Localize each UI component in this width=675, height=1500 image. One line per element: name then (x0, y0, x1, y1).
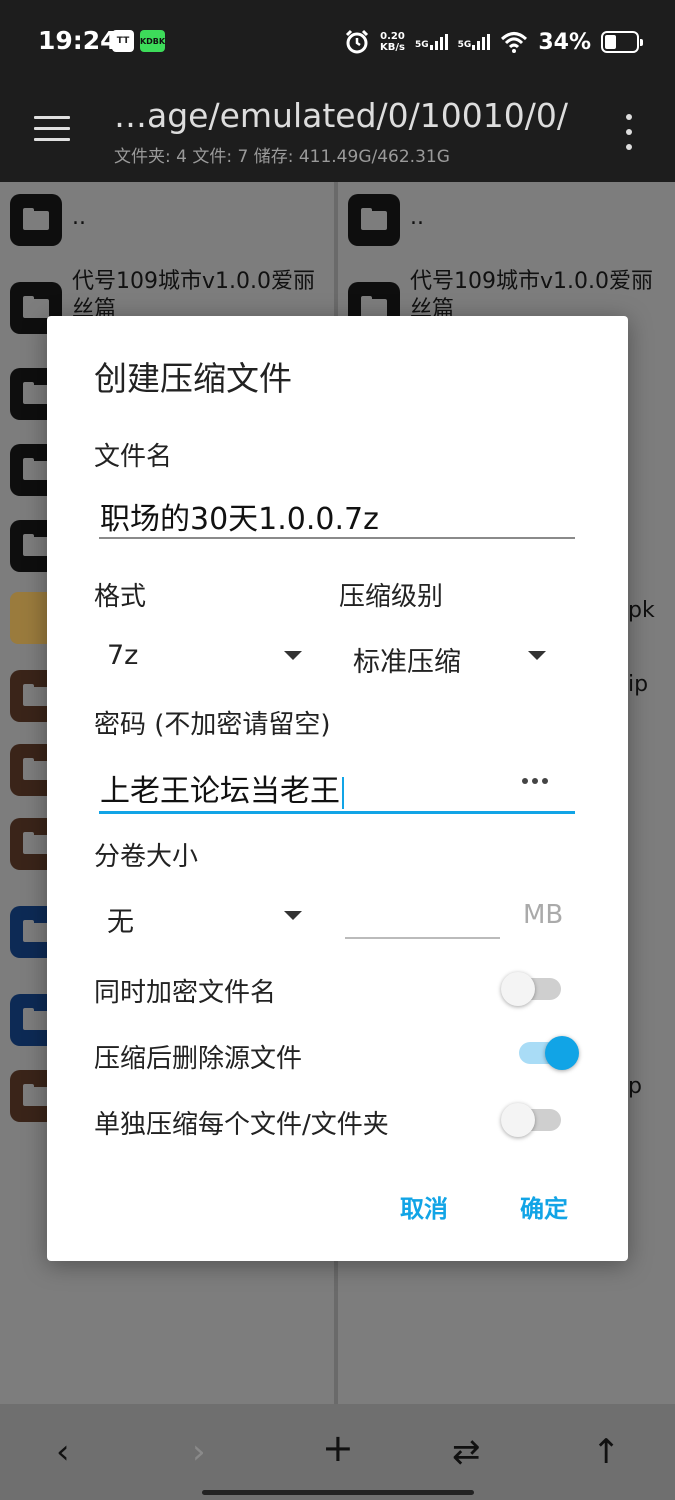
password-label: 密码 (不加密请留空) (94, 710, 331, 740)
volume-size-label: 分卷大小 (94, 842, 199, 872)
folder-icon (10, 194, 62, 246)
compression-level-dropdown[interactable]: 标准压缩 (353, 640, 461, 679)
wifi-icon (501, 32, 528, 53)
dialog-title: 创建压缩文件 (94, 359, 292, 398)
storage-info: 文件夹: 4 文件: 7 储存: 411.49G/462.31G (114, 147, 450, 167)
filename-label: 文件名 (94, 442, 173, 472)
status-bar: 19:24 TT KDBK 0.20 KB/s 5G 5G 34% (0, 0, 675, 84)
add-icon[interactable]: + (322, 1426, 354, 1470)
menu-icon[interactable] (34, 116, 70, 142)
format-dropdown-arrow-icon[interactable] (284, 651, 302, 660)
more-options-icon[interactable] (624, 114, 634, 150)
file-name-fragment: pk (628, 598, 655, 623)
compress-separately-label: 单独压缩每个文件/文件夹 (94, 1110, 389, 1140)
status-time: 19:24 (38, 26, 118, 55)
forward-icon[interactable]: › (192, 1432, 206, 1472)
compression-level-label: 压缩级别 (339, 582, 444, 612)
delete-source-toggle[interactable] (515, 1036, 579, 1070)
battery-icon (601, 31, 643, 53)
confirm-button[interactable]: 确定 (520, 1189, 568, 1224)
format-label: 格式 (94, 582, 147, 612)
file-name-fragment: ip (628, 672, 649, 697)
delete-source-label: 压缩后删除源文件 (94, 1044, 303, 1074)
encrypt-filenames-toggle[interactable] (501, 972, 563, 1006)
current-path[interactable]: …age/emulated/0/10010/0/ (114, 96, 568, 135)
password-underline (99, 811, 575, 814)
level-dropdown-arrow-icon[interactable] (528, 651, 546, 660)
app-toolbar: …age/emulated/0/10010/0/ 文件夹: 4 文件: 7 储存… (0, 84, 675, 182)
volume-dropdown-arrow-icon[interactable] (284, 911, 302, 920)
encrypt-filenames-label: 同时加密文件名 (94, 978, 277, 1008)
back-icon[interactable]: ‹ (56, 1432, 70, 1472)
folder-icon (348, 194, 400, 246)
show-password-icon[interactable] (522, 778, 548, 784)
cancel-button[interactable]: 取消 (400, 1189, 448, 1224)
home-indicator[interactable] (202, 1490, 474, 1495)
signal-icon: 5G (458, 34, 491, 50)
network-speed: 0.20 KB/s (380, 31, 406, 53)
battery-percent: 34% (538, 29, 591, 55)
filename-underline (99, 537, 575, 539)
volume-size-dropdown[interactable]: 无 (107, 900, 134, 939)
swap-panes-icon[interactable]: ⇄ (452, 1432, 481, 1472)
filename-input[interactable]: 职场的30天1.0.0.7z (100, 494, 379, 538)
password-input[interactable]: 上老王论坛当老王 (100, 766, 344, 810)
up-directory-icon[interactable]: ↑ (592, 1432, 621, 1472)
app-notification-icon: TT (112, 30, 134, 52)
signal-icon: 5G (415, 34, 448, 50)
volume-size-input[interactable] (345, 937, 500, 939)
alarm-icon (345, 29, 369, 54)
app-notification-icon: KDBK (140, 30, 165, 52)
file-name-fragment: p (628, 1074, 642, 1099)
compress-separately-toggle[interactable] (501, 1103, 563, 1137)
create-archive-dialog: 创建压缩文件 文件名 职场的30天1.0.0.7z 格式 压缩级别 7z 标准压… (47, 316, 628, 1261)
bottom-navigation-bar: ‹ › + ⇄ ↑ (0, 1404, 675, 1500)
format-dropdown[interactable]: 7z (107, 640, 138, 671)
volume-unit: MB (523, 900, 564, 930)
